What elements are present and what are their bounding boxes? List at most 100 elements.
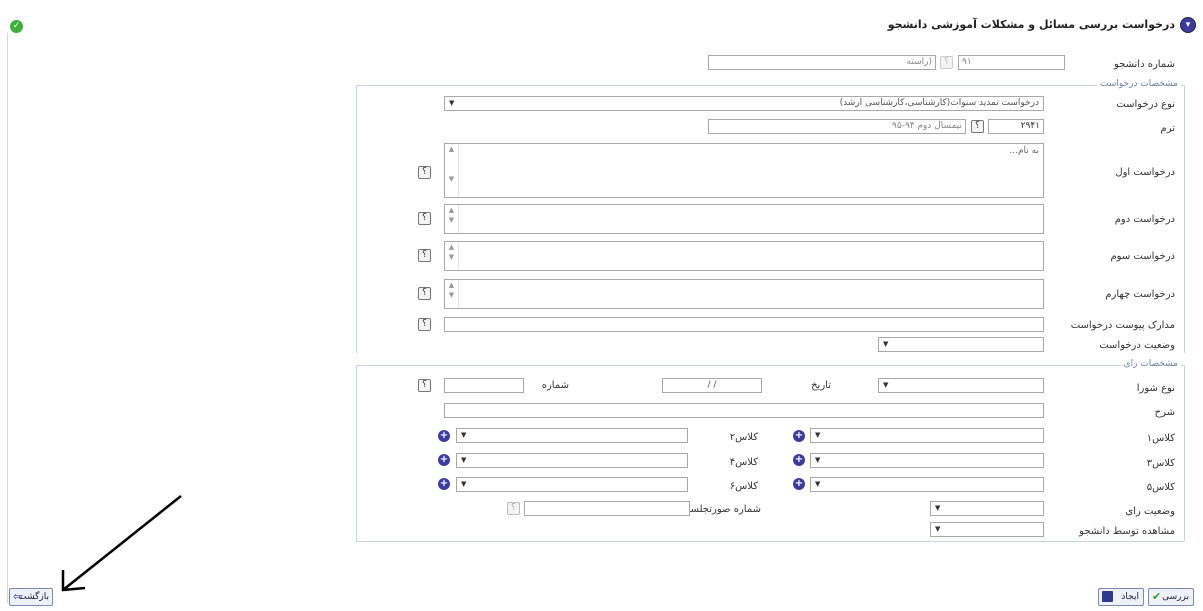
first-request-label: درخواست اول bbox=[1115, 167, 1175, 178]
back-label: بازگشت bbox=[18, 592, 49, 602]
third-request-help-icon[interactable]: ؟ bbox=[418, 249, 431, 262]
confirm-button[interactable]: ✔ بررسی bbox=[1148, 588, 1194, 606]
description-input[interactable] bbox=[444, 403, 1044, 418]
annotation-arrow bbox=[61, 495, 182, 592]
class2-add-icon[interactable]: + bbox=[438, 430, 450, 442]
class5-select[interactable]: ▼ bbox=[810, 477, 1044, 492]
class3-add-icon[interactable]: + bbox=[793, 454, 805, 466]
chevron-down-icon: ▼ bbox=[461, 456, 467, 464]
chevron-down-icon: ▼ bbox=[449, 99, 455, 107]
student-number-label: شماره دانشجو bbox=[1113, 59, 1175, 70]
floppy-icon bbox=[1102, 591, 1113, 602]
request-type-label: نوع درخواست bbox=[1116, 99, 1175, 110]
decision-section-legend: مشخصات رای bbox=[1120, 359, 1181, 369]
number-label: شماره bbox=[541, 380, 569, 391]
decision-section-top bbox=[356, 365, 1184, 366]
class5-add-icon[interactable]: + bbox=[793, 478, 805, 490]
request-status-label: وضعیت درخواست bbox=[1099, 340, 1175, 351]
class1-select[interactable]: ▼ bbox=[810, 428, 1044, 443]
attachments-label: مدارک پیوست درخواست bbox=[1070, 320, 1175, 331]
council-type-label: نوع شورا bbox=[1136, 383, 1175, 394]
class3-select[interactable]: ▼ bbox=[810, 453, 1044, 468]
description-label: شرح bbox=[1154, 407, 1175, 418]
chevron-down-icon: ▼ bbox=[935, 504, 941, 512]
first-request-help-icon[interactable]: ؟ bbox=[418, 166, 431, 179]
scrollbar[interactable]: ▲ ▼ bbox=[445, 205, 459, 233]
chevron-down-icon: ▼ bbox=[815, 480, 821, 488]
first-request-textarea[interactable]: ▲ ▼ به نام... bbox=[444, 143, 1044, 198]
term-input[interactable]: ۲۹۴۱ bbox=[988, 119, 1044, 134]
create-button[interactable]: ایجاد bbox=[1098, 588, 1144, 606]
second-request-textarea[interactable]: ▲ ▼ bbox=[444, 204, 1044, 234]
attachments-input[interactable] bbox=[444, 317, 1044, 332]
fourth-request-label: درخواست چهارم bbox=[1105, 289, 1175, 300]
term-help-icon[interactable]: ؟ bbox=[971, 120, 984, 133]
header-icon: ▾ bbox=[1180, 17, 1196, 33]
student-help-icon[interactable]: ؟ bbox=[940, 56, 953, 69]
request-section-top bbox=[356, 85, 1184, 86]
class1-add-icon[interactable]: + bbox=[793, 430, 805, 442]
date-input[interactable]: / / bbox=[662, 378, 762, 393]
chevron-down-icon: ▼ bbox=[815, 431, 821, 439]
chevron-down-icon: ▼ bbox=[883, 381, 889, 389]
class3-label: کلاس۳ bbox=[1146, 458, 1175, 469]
vote-number-help-icon[interactable]: ؟ bbox=[507, 502, 520, 515]
council-type-select[interactable]: ▼ bbox=[878, 378, 1044, 393]
request-status-select[interactable]: ▼ bbox=[878, 337, 1044, 352]
back-button[interactable]: ⇦ بازگشت bbox=[9, 588, 53, 606]
class6-label: کلاس۶ bbox=[729, 481, 758, 492]
class6-add-icon[interactable]: + bbox=[438, 478, 450, 490]
scrollbar[interactable]: ▲ ▼ bbox=[445, 280, 459, 308]
page-title: درخواست بررسی مسائل و مشکلات آموزشی دانش… bbox=[887, 18, 1175, 31]
fourth-request-textarea[interactable]: ▲ ▼ bbox=[444, 279, 1044, 309]
fourth-request-help-icon[interactable]: ؟ bbox=[418, 287, 431, 300]
scrollbar[interactable]: ▲ ▼ bbox=[445, 242, 459, 270]
class2-label: کلاس۲ bbox=[729, 432, 758, 443]
request-type-select[interactable]: ▼ درخواست تمدید سنوات(کارشناسی،کارشناسی … bbox=[444, 96, 1044, 111]
request-section-legend: مشخصات درخواست bbox=[1097, 79, 1181, 89]
class4-add-icon[interactable]: + bbox=[438, 454, 450, 466]
chevron-down-icon: ▼ bbox=[935, 525, 941, 533]
chevron-down-icon: ▼ bbox=[815, 456, 821, 464]
create-label: ایجاد bbox=[1121, 592, 1139, 602]
request-section-left bbox=[356, 85, 357, 353]
student-number-input[interactable]: ۹۱ bbox=[958, 55, 1065, 70]
confirm-label: بررسی bbox=[1162, 592, 1189, 602]
vote-number-label: شماره صورتجلسه bbox=[685, 504, 761, 515]
request-type-value: درخواست تمدید سنوات(کارشناسی،کارشناسی ار… bbox=[839, 98, 1039, 108]
date-label: تاریخ bbox=[811, 380, 831, 391]
decision-section-left bbox=[356, 365, 357, 541]
attachments-help-icon[interactable]: ؟ bbox=[418, 318, 431, 331]
class5-label: کلاس۵ bbox=[1146, 482, 1175, 493]
vote-status-label: وضعیت رای bbox=[1125, 506, 1175, 517]
chevron-down-icon: ▼ bbox=[883, 340, 889, 348]
class4-select[interactable]: ▼ bbox=[456, 453, 688, 468]
number-input[interactable] bbox=[444, 378, 524, 393]
left-frame-line bbox=[7, 33, 8, 603]
class4-label: کلاس۴ bbox=[729, 457, 758, 468]
scrollbar[interactable]: ▲ ▼ bbox=[445, 144, 459, 197]
arrow-shaft bbox=[62, 495, 182, 591]
check-icon: ✔ bbox=[1152, 590, 1162, 603]
viewed-by-student-label: مشاهده توسط دانشجو bbox=[1079, 526, 1175, 537]
chevron-down-icon: ▼ bbox=[461, 480, 467, 488]
decision-section-right bbox=[1184, 365, 1185, 541]
term-label: ترم bbox=[1160, 123, 1176, 134]
second-request-label: درخواست دوم bbox=[1114, 214, 1175, 225]
class2-select[interactable]: ▼ bbox=[456, 428, 688, 443]
third-request-textarea[interactable]: ▲ ▼ bbox=[444, 241, 1044, 271]
decision-section-bottom bbox=[356, 541, 1184, 542]
class6-select[interactable]: ▼ bbox=[456, 477, 688, 492]
student-name-input: (راسته bbox=[708, 55, 936, 70]
viewed-by-student-select[interactable]: ▼ bbox=[930, 522, 1044, 537]
third-request-label: درخواست سوم bbox=[1110, 251, 1175, 262]
second-request-help-icon[interactable]: ؟ bbox=[418, 212, 431, 225]
vote-status-select[interactable]: ▼ bbox=[930, 501, 1044, 516]
ok-status-icon: ✓ bbox=[10, 20, 23, 33]
class1-label: کلاس۱ bbox=[1146, 433, 1175, 444]
number-help-icon[interactable]: ؟ bbox=[418, 379, 431, 392]
chevron-down-icon: ▼ bbox=[461, 431, 467, 439]
first-request-text: به نام... bbox=[1009, 146, 1039, 156]
vote-number-input[interactable] bbox=[524, 501, 690, 516]
term-desc-input: نیمسال دوم ۹۴-۹۵ bbox=[708, 119, 966, 134]
